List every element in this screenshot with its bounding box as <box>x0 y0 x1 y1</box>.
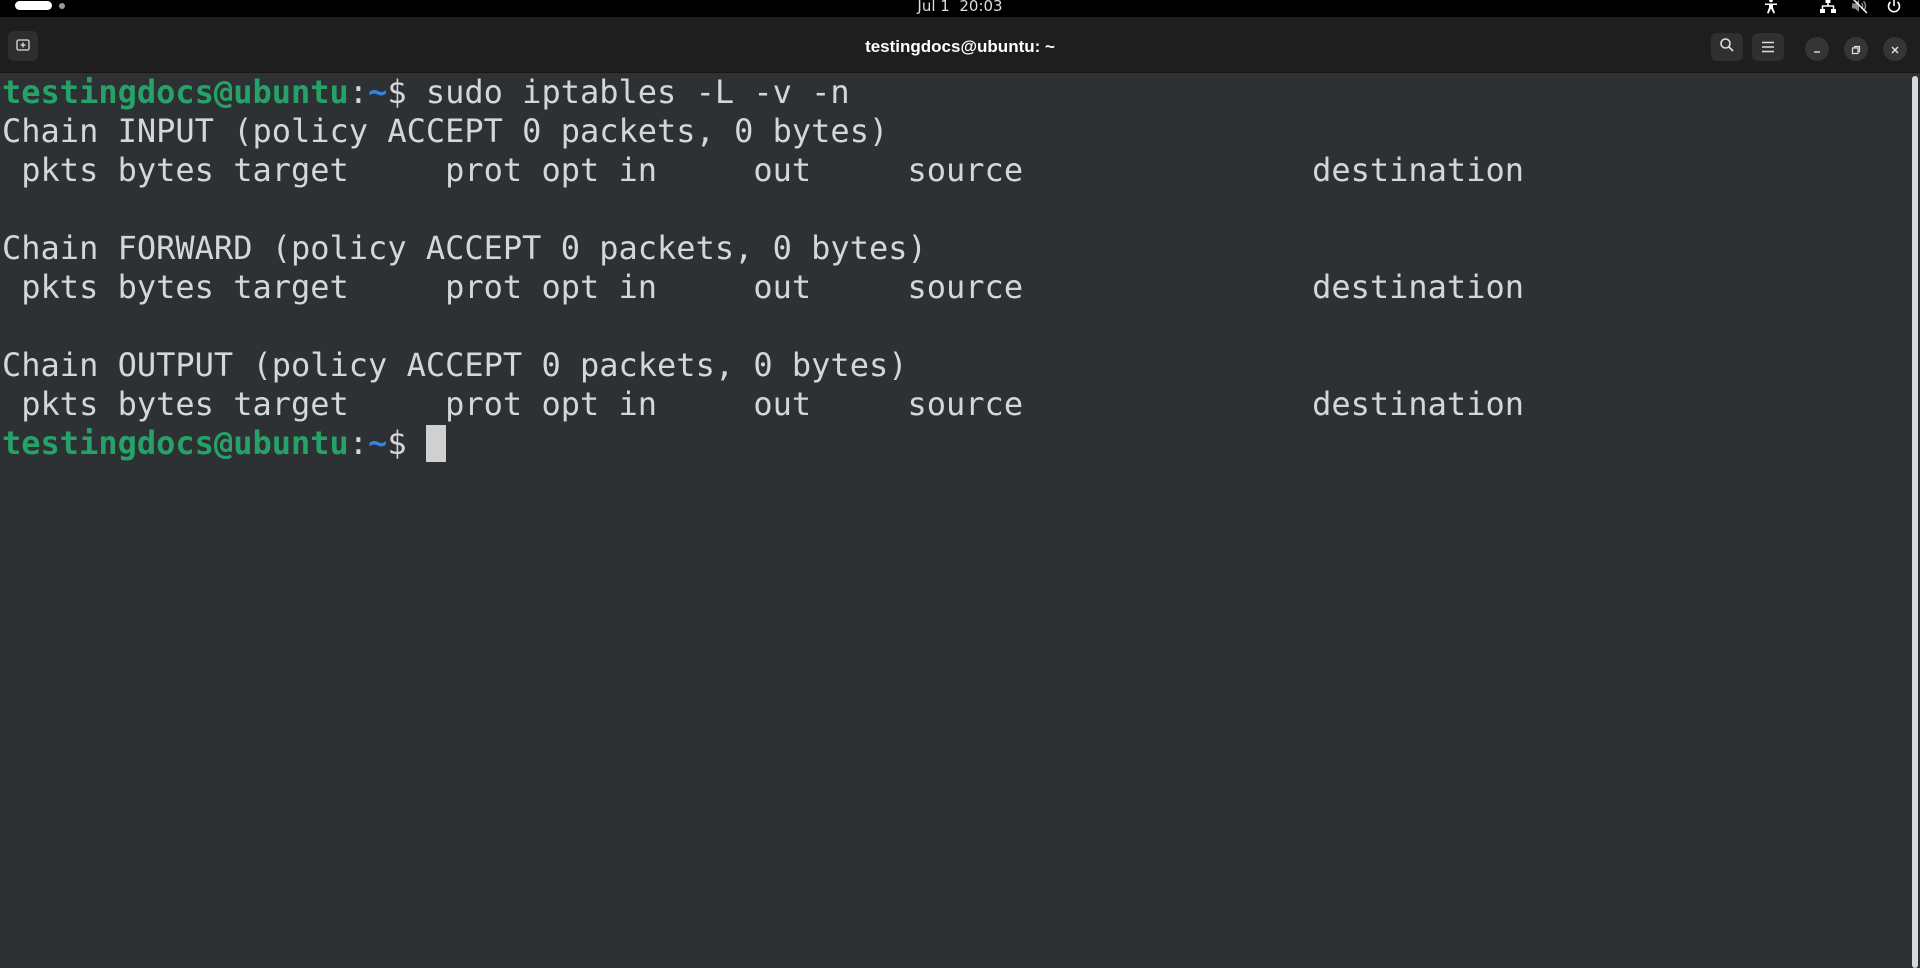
output-line: pkts bytes target prot opt in out source… <box>2 385 1524 423</box>
prompt-path: ~ <box>368 424 388 462</box>
minimize-icon <box>1812 40 1822 59</box>
top-bar: Jul 1 20:03 <box>0 0 1920 17</box>
command-text: sudo iptables -L -v -n <box>425 73 850 111</box>
current-prompt-line[interactable]: testingdocs@ubuntu:~$ <box>2 424 446 463</box>
close-button[interactable] <box>1883 37 1907 61</box>
text-cursor <box>425 425 446 462</box>
output-line: Chain FORWARD (policy ACCEPT 0 packets, … <box>2 229 927 267</box>
clock[interactable]: Jul 1 20:03 <box>0 0 1920 15</box>
output-line: Chain OUTPUT (policy ACCEPT 0 packets, 0… <box>2 346 908 384</box>
power-icon[interactable] <box>1886 0 1902 18</box>
prompt-colon: : <box>348 424 369 462</box>
volume-muted-icon[interactable] <box>1851 0 1869 18</box>
terminal-headerbar: testingdocs@ubuntu: ~ <box>0 17 1920 73</box>
prompt-user-host: testingdocs@ubuntu <box>2 73 349 111</box>
prompt-user-host: testingdocs@ubuntu <box>2 424 349 462</box>
restore-icon <box>1851 40 1861 59</box>
network-icon[interactable] <box>1819 0 1837 18</box>
prompt-colon: : <box>348 73 369 111</box>
accessibility-icon[interactable] <box>1763 0 1779 18</box>
prompt-symbol: $ <box>387 424 426 462</box>
output-line: pkts bytes target prot opt in out source… <box>2 268 1524 306</box>
terminal-view[interactable]: testingdocs@ubuntu:~$ sudo iptables -L -… <box>0 73 1908 968</box>
prompt-symbol: $ <box>387 73 426 111</box>
minimize-button[interactable] <box>1805 37 1829 61</box>
hamburger-menu-icon <box>1761 38 1775 57</box>
menu-button[interactable] <box>1752 33 1784 61</box>
search-icon <box>1719 37 1735 57</box>
close-icon <box>1890 40 1900 59</box>
window-title: testingdocs@ubuntu: ~ <box>865 37 1055 56</box>
terminal-scrollbar[interactable] <box>1912 76 1918 968</box>
command-line: testingdocs@ubuntu:~$ sudo iptables -L -… <box>2 73 850 112</box>
restore-button[interactable] <box>1844 37 1868 61</box>
output-line: pkts bytes target prot opt in out source… <box>2 151 1524 189</box>
output-line: Chain INPUT (policy ACCEPT 0 packets, 0 … <box>2 112 889 150</box>
prompt-path: ~ <box>368 73 388 111</box>
search-button[interactable] <box>1711 33 1743 61</box>
